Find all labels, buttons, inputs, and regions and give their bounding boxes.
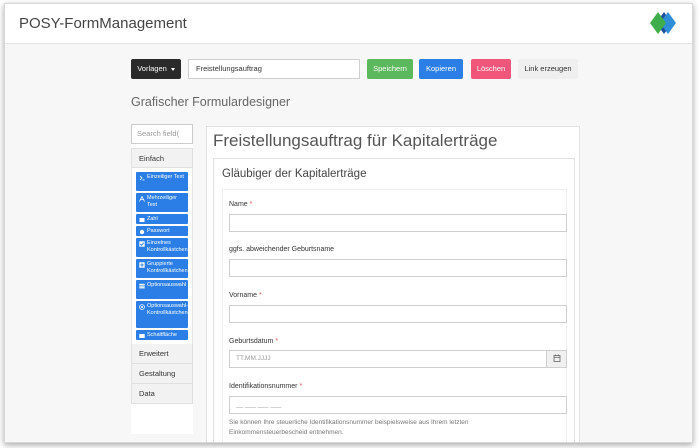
birth-date-field[interactable]: TT.MM.JJJJ bbox=[229, 350, 567, 368]
category-design[interactable]: Gestaltung bbox=[131, 364, 193, 384]
section-title: Gläubiger der Kapitalerträge bbox=[222, 168, 367, 180]
app-window: POSY-FormManagement Vorlagen Freistellun… bbox=[4, 3, 693, 443]
birth-name-field[interactable] bbox=[229, 259, 567, 277]
label-text: Identifikationsnummer bbox=[229, 383, 298, 390]
tool-button[interactable]: Schaltfläche bbox=[136, 330, 188, 340]
first-name-field[interactable] bbox=[229, 305, 567, 323]
tool-option-select-checkbox[interactable]: Optionsauswahl-Kontrollkästchen bbox=[136, 301, 188, 328]
birth-date-placeholder: TT.MM.JJJJ bbox=[236, 355, 271, 362]
templates-label: Vorlagen bbox=[137, 64, 167, 73]
delete-button[interactable]: Löschen bbox=[471, 59, 511, 79]
label-text: Vorname bbox=[229, 292, 258, 299]
tool-single-line-text[interactable]: Einzeiliger Text bbox=[136, 172, 188, 191]
plus-square-icon bbox=[139, 261, 145, 268]
list-icon bbox=[139, 283, 145, 289]
tax-id-help-text: Sie können Ihre steuerliche Identifikati… bbox=[229, 419, 469, 436]
tax-id-label: Identifikationsnummer * bbox=[229, 383, 302, 390]
simple-tools-list: Einzeiliger Text Mehrzeiliger Text Zahl … bbox=[131, 168, 193, 344]
calendar-icon bbox=[553, 354, 561, 362]
tool-label: Mehrzeiliger Text bbox=[147, 195, 177, 208]
form-name-input[interactable]: Freistellungsauftrag bbox=[188, 59, 360, 79]
form-section[interactable]: Gläubiger der Kapitalerträge Name * ggfs… bbox=[213, 158, 575, 442]
label-text: Name bbox=[229, 201, 248, 208]
tool-single-checkbox[interactable]: Einzelnes Kontrollkästchen bbox=[136, 238, 188, 257]
calendar-button[interactable] bbox=[546, 351, 566, 367]
diamond-logo-icon[interactable] bbox=[646, 8, 686, 38]
templates-dropdown-button[interactable]: Vorlagen bbox=[131, 59, 181, 79]
label-text: Geburtsdatum bbox=[229, 338, 274, 345]
tool-label: Zahl bbox=[147, 216, 158, 222]
tool-option-select[interactable]: Optionsauswahl bbox=[136, 280, 188, 299]
asterisk-icon bbox=[139, 229, 145, 235]
tool-label: Gruppierte Kontrollkästchen bbox=[147, 261, 188, 274]
tool-label: Einzeiliger Text bbox=[147, 174, 184, 180]
number-icon bbox=[139, 217, 145, 223]
field-palette: Search field( Einfach Einzeiliger Text M… bbox=[131, 124, 193, 434]
category-advanced[interactable]: Erweitert bbox=[131, 344, 193, 364]
tool-label: Passwort bbox=[147, 228, 170, 234]
tool-multi-line-text[interactable]: Mehrzeiliger Text bbox=[136, 193, 188, 212]
tool-label: Optionsauswahl bbox=[147, 282, 187, 288]
required-marker: * bbox=[249, 201, 253, 208]
tax-id-placeholder: __ ___ ___ ___ bbox=[236, 401, 282, 408]
designer-heading: Grafischer Formulardesigner bbox=[131, 95, 291, 109]
app-title: POSY-FormManagement bbox=[19, 15, 187, 32]
app-header: POSY-FormManagement bbox=[5, 4, 692, 44]
tool-label: Optionsauswahl-Kontrollkästchen bbox=[147, 303, 188, 316]
tool-number[interactable]: Zahl bbox=[136, 214, 188, 224]
tool-label: Schaltfläche bbox=[147, 332, 177, 338]
birth-date-label: Geburtsdatum * bbox=[229, 338, 278, 345]
radio-icon bbox=[139, 303, 145, 310]
form-canvas: Freistellungsauftrag für Kapitalerträge … bbox=[206, 126, 580, 442]
name-label: Name * bbox=[229, 201, 252, 208]
required-marker: * bbox=[275, 338, 279, 345]
required-marker: * bbox=[299, 383, 303, 390]
tool-grouped-checkboxes[interactable]: Gruppierte Kontrollkästchen bbox=[136, 259, 188, 278]
tool-password[interactable]: Passwort bbox=[136, 226, 188, 236]
category-simple[interactable]: Einfach bbox=[131, 148, 193, 168]
search-field-input[interactable]: Search field( bbox=[131, 124, 193, 144]
tool-label: Einzelnes Kontrollkästchen bbox=[147, 240, 188, 253]
first-name-label: Vorname * bbox=[229, 292, 262, 299]
button-icon bbox=[139, 333, 145, 339]
tax-id-field[interactable]: __ ___ ___ ___ bbox=[229, 396, 567, 414]
save-button[interactable]: Speichern bbox=[367, 59, 413, 79]
required-marker: * bbox=[258, 292, 262, 299]
name-field[interactable] bbox=[229, 214, 567, 232]
field-container: Name * ggfs. abweichender Geburtsname Vo… bbox=[222, 189, 567, 442]
text-cursor-icon bbox=[139, 175, 145, 181]
birth-name-label: ggfs. abweichender Geburtsname bbox=[229, 246, 335, 253]
create-link-button[interactable]: Link erzeugen bbox=[518, 59, 578, 79]
copy-button[interactable]: Kopieren bbox=[419, 59, 463, 79]
category-data[interactable]: Data bbox=[131, 384, 193, 404]
form-title[interactable]: Freistellungsauftrag für Kapitalerträge bbox=[213, 131, 497, 151]
caret-down-icon bbox=[170, 67, 175, 71]
form-toolbar: Vorlagen Freistellungsauftrag Speichern … bbox=[131, 59, 591, 79]
checkbox-icon bbox=[139, 240, 145, 247]
text-a-icon bbox=[139, 195, 145, 202]
